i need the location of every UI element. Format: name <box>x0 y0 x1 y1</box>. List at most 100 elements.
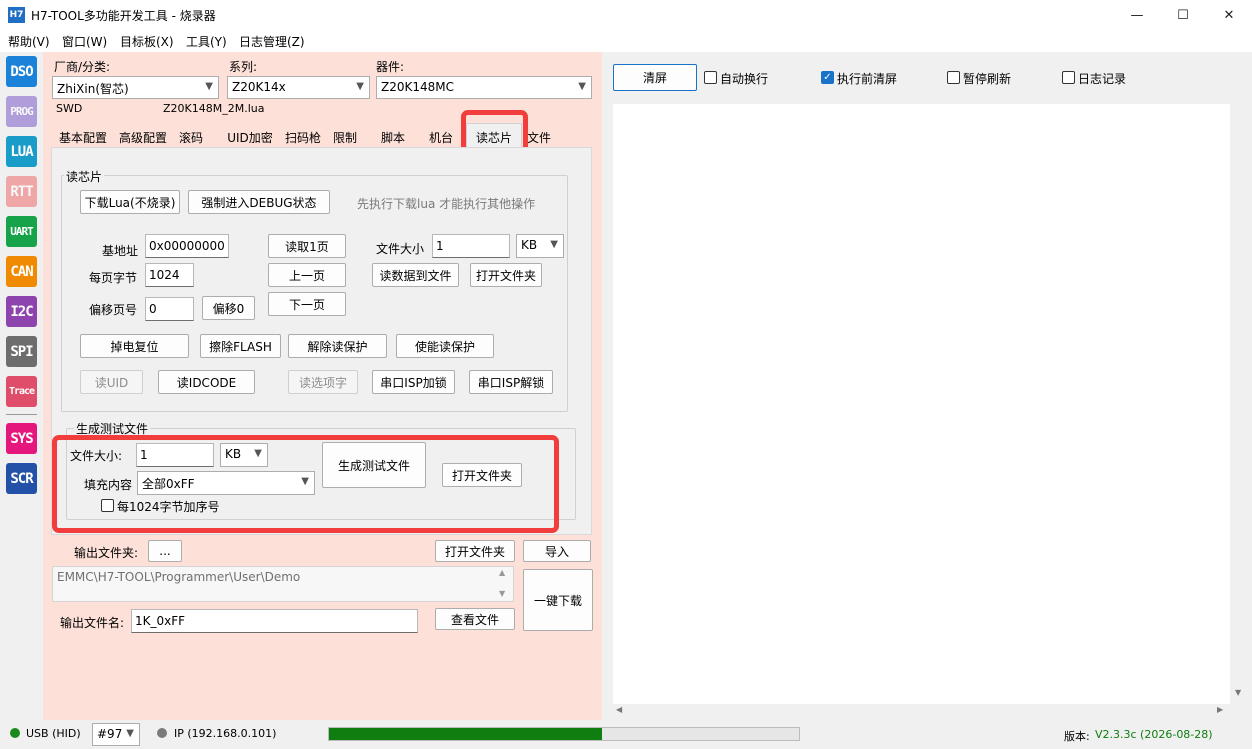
port-value: #97 <box>97 727 123 741</box>
page-bytes-input[interactable]: 1024 <box>145 263 194 287</box>
menu-tools[interactable]: 工具(Y) <box>186 33 227 50</box>
tab-basic[interactable]: 基本配置 <box>53 125 113 147</box>
port-select[interactable]: #97 ▼ <box>92 723 140 746</box>
erase-flash-button[interactable]: 擦除FLASH <box>200 334 281 358</box>
log-vertical-scrollbar[interactable]: ▼ <box>1231 104 1248 704</box>
sidebar-can-button[interactable]: CAN <box>6 256 37 287</box>
sidebar: DSO PROG LUA RTT UART CAN I2C SPI Trace … <box>0 52 43 720</box>
scroll-down-icon[interactable]: ▼ <box>1235 688 1241 697</box>
sidebar-trace-button[interactable]: Trace <box>6 376 37 407</box>
vendor-value: ZhiXin(智芯) <box>57 82 129 96</box>
scroll-left-icon[interactable]: ◀ <box>616 705 622 714</box>
file-size-unit-value: KB <box>521 238 538 252</box>
tab-uid-encrypt[interactable]: UID加密 <box>222 125 278 147</box>
browse-folder-button[interactable]: ... <box>148 540 182 562</box>
sidebar-dso-button[interactable]: DSO <box>6 56 37 87</box>
series-select[interactable]: Z20K14x ▼ <box>227 76 370 99</box>
log-horizontal-scrollbar[interactable]: ◀ ▶ <box>613 704 1230 718</box>
offset-zero-button[interactable]: 偏移0 <box>202 296 255 320</box>
output-folder-label: 输出文件夹: <box>74 546 139 560</box>
menu-window[interactable]: 窗口(W) <box>62 33 107 50</box>
tab-script[interactable]: 脚本 <box>376 125 410 147</box>
read-to-file-button[interactable]: 读数据到文件 <box>372 263 459 287</box>
power-reset-button[interactable]: 掉电复位 <box>80 334 189 358</box>
file-size-input[interactable]: 1 <box>432 234 510 258</box>
vendor-select[interactable]: ZhiXin(智芯) ▼ <box>52 76 219 99</box>
sidebar-sys-button[interactable]: SYS <box>6 423 37 454</box>
base-addr-input[interactable]: 0x00000000 <box>145 234 229 258</box>
tab-limit[interactable]: 限制 <box>328 125 362 147</box>
tab-station[interactable]: 机台 <box>424 125 458 147</box>
tab-scanner[interactable]: 扫码枪 <box>280 125 326 147</box>
output-path-box[interactable]: EMMC\H7-TOOL\Programmer\User\Demo ▲ ▼ <box>52 566 514 602</box>
import-button[interactable]: 导入 <box>523 540 591 562</box>
read-page-button[interactable]: 读取1页 <box>268 234 346 258</box>
scroll-up-icon[interactable]: ▲ <box>499 568 505 577</box>
prev-page-button[interactable]: 上一页 <box>268 263 346 287</box>
log-record-label: 日志记录 <box>1078 72 1127 86</box>
window-title: H7-TOOL多功能开发工具 - 烧录器 <box>31 9 216 23</box>
download-lua-button[interactable]: 下载Lua(不烧录) <box>80 190 180 214</box>
sidebar-i2c-button[interactable]: I2C <box>6 296 37 327</box>
log-output-area[interactable] <box>613 104 1230 704</box>
page-bytes-label: 每页字节 <box>89 271 138 285</box>
offset-page-label: 偏移页号 <box>89 303 138 317</box>
usb-status-text: USB (HID) <box>26 727 81 740</box>
sidebar-rtt-button[interactable]: RTT <box>6 176 37 207</box>
download-lua-hint: 先执行下载lua 才能执行其他操作 <box>357 197 536 211</box>
view-file-button[interactable]: 查看文件 <box>435 608 515 630</box>
pause-refresh-label: 暂停刷新 <box>963 72 1012 86</box>
sidebar-divider <box>6 414 37 415</box>
open-folder-button[interactable]: 打开文件夹 <box>470 263 542 287</box>
clear-before-checkbox[interactable]: ✓ <box>821 71 834 84</box>
read-idcode-button[interactable]: 读IDCODE <box>158 370 255 394</box>
pause-refresh-checkbox[interactable] <box>947 71 960 84</box>
lua-file-label: Z20K148M_2M.lua <box>163 102 265 115</box>
close-button[interactable]: ✕ <box>1206 0 1252 30</box>
output-path-text: EMMC\H7-TOOL\Programmer\User\Demo <box>57 570 301 584</box>
sidebar-lua-button[interactable]: LUA <box>6 136 37 167</box>
read-option-button[interactable]: 读选项字 <box>288 370 358 394</box>
chip-select[interactable]: Z20K148MC ▼ <box>376 76 592 99</box>
next-page-button[interactable]: 下一页 <box>268 292 346 316</box>
clear-before-label: 执行前清屏 <box>837 72 898 86</box>
read-uid-button[interactable]: 读UID <box>80 370 143 394</box>
menu-help[interactable]: 帮助(V) <box>8 33 50 50</box>
sidebar-prog-button[interactable]: PROG <box>6 96 37 127</box>
minimize-button[interactable]: — <box>1114 0 1160 30</box>
lock-read-button[interactable]: 使能读保护 <box>396 334 494 358</box>
tab-rolling-code[interactable]: 滚码 <box>174 125 208 147</box>
auto-wrap-checkbox[interactable] <box>704 71 717 84</box>
tab-advanced[interactable]: 高级配置 <box>114 125 172 147</box>
maximize-button[interactable]: ☐ <box>1160 0 1206 30</box>
clear-screen-button[interactable]: 清屏 <box>613 64 697 91</box>
auto-wrap-label: 自动换行 <box>720 72 769 86</box>
menu-log[interactable]: 日志管理(Z) <box>239 33 305 50</box>
menu-target[interactable]: 目标板(X) <box>120 33 174 50</box>
sidebar-uart-button[interactable]: UART <box>6 216 37 247</box>
isp-lock-button[interactable]: 串口ISP加锁 <box>372 370 455 394</box>
file-size-unit-select[interactable]: KB ▼ <box>516 234 564 258</box>
sidebar-scr-button[interactable]: SCR <box>6 463 37 494</box>
sidebar-spi-button[interactable]: SPI <box>6 336 37 367</box>
title-bar: H7 H7-TOOL多功能开发工具 - 烧录器 — ☐ ✕ <box>0 0 1252 30</box>
scroll-down-icon[interactable]: ▼ <box>499 589 505 598</box>
series-label: 系列: <box>229 60 258 74</box>
output-open-folder-button[interactable]: 打开文件夹 <box>435 540 515 562</box>
one-click-download-button[interactable]: 一键下载 <box>523 569 593 631</box>
vendor-label: 厂商/分类: <box>54 60 111 74</box>
output-name-label: 输出文件名: <box>60 616 125 630</box>
offset-page-input[interactable]: 0 <box>145 297 194 321</box>
force-debug-button[interactable]: 强制进入DEBUG状态 <box>188 190 330 214</box>
isp-unlock-button[interactable]: 串口ISP解锁 <box>469 370 553 394</box>
app-icon: H7 <box>8 7 25 23</box>
unlock-read-button[interactable]: 解除读保护 <box>288 334 387 358</box>
ip-status-dot <box>157 728 167 738</box>
version-label: 版本: <box>1064 730 1090 743</box>
output-name-input[interactable]: 1K_0xFF <box>131 609 418 633</box>
scroll-right-icon[interactable]: ▶ <box>1217 705 1223 714</box>
log-record-checkbox[interactable] <box>1062 71 1075 84</box>
chip-value: Z20K148MC <box>381 80 454 94</box>
ip-status-text: IP (192.168.0.101) <box>174 727 277 740</box>
chevron-down-icon: ▼ <box>550 239 558 250</box>
